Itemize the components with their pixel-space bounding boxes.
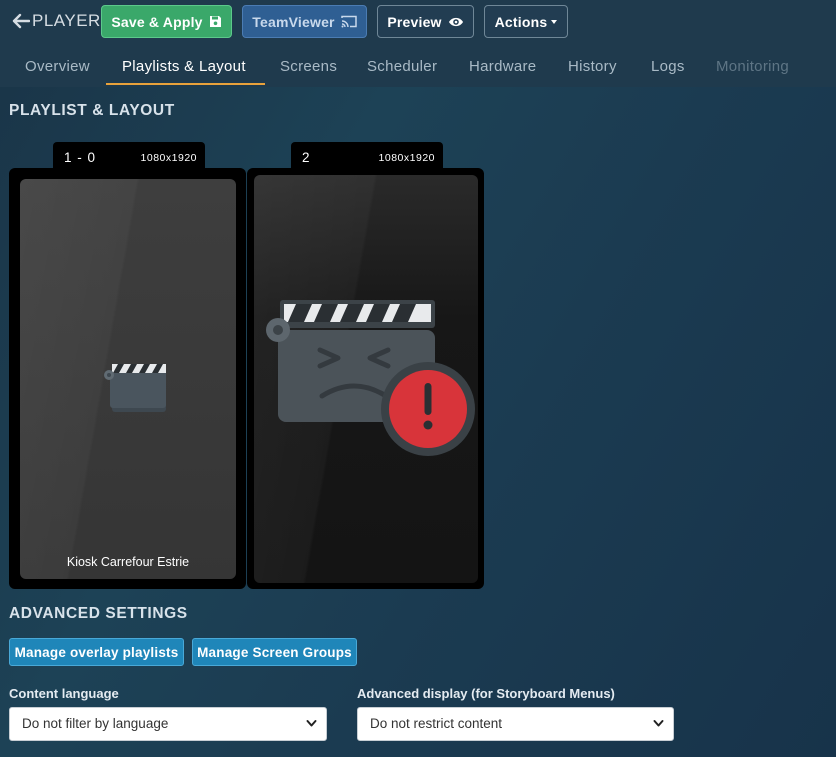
actions-label: Actions (494, 13, 548, 30)
cast-icon (340, 15, 357, 28)
eye-icon (448, 17, 463, 26)
zone-1-screen[interactable]: Kiosk Carrefour Estrie (20, 179, 236, 579)
content-language-value: Do not filter by language (22, 716, 169, 731)
advanced-display-select[interactable]: Do not restrict content (357, 707, 674, 741)
manage-overlay-playlists-button[interactable]: Manage overlay playlists (9, 638, 184, 666)
zone-1-frame[interactable]: Kiosk Carrefour Estrie (9, 168, 246, 589)
zone-1-resolution: 1080x1920 (140, 152, 197, 164)
zone-2-frame[interactable] (247, 168, 484, 589)
save-apply-button[interactable]: Save & Apply (101, 5, 232, 38)
zone-2-resolution: 1080x1920 (378, 152, 435, 164)
chevron-down-icon (653, 720, 664, 727)
tab-scheduler[interactable]: Scheduler (367, 48, 437, 86)
arrow-left-icon (12, 13, 30, 29)
preview-label: Preview (387, 13, 442, 30)
tab-logs[interactable]: Logs (651, 48, 685, 86)
caret-down-icon (551, 19, 558, 24)
zone-2-screen[interactable] (254, 175, 478, 583)
tab-bar: Overview Playlists & Layout Screens Sche… (0, 48, 836, 86)
content-language-label: Content language (9, 686, 119, 701)
playlist-layout-heading: PLAYLIST & LAYOUT (9, 102, 175, 119)
teamviewer-button[interactable]: TeamViewer (242, 5, 367, 38)
back-label: PLAYER (32, 11, 101, 30)
clapperboard-error-icon (266, 300, 475, 456)
save-apply-label: Save & Apply (111, 13, 203, 30)
teamviewer-label: TeamViewer (252, 13, 335, 30)
content-language-select[interactable]: Do not filter by language (9, 707, 327, 741)
zone-2-name: 2 (302, 150, 311, 165)
zone-1-content-label: Kiosk Carrefour Estrie (66, 555, 190, 569)
advanced-display-value: Do not restrict content (370, 716, 503, 731)
zone-1-name: 1 - 0 (64, 150, 97, 165)
tab-overview[interactable]: Overview (25, 48, 90, 86)
tab-hardware[interactable]: Hardware (469, 48, 536, 86)
back-link[interactable]: PLAYER (12, 9, 101, 33)
manage-screen-groups-button[interactable]: Manage Screen Groups (192, 638, 357, 666)
tab-screens[interactable]: Screens (280, 48, 337, 86)
tab-history[interactable]: History (568, 48, 617, 86)
chevron-down-icon (306, 720, 317, 727)
active-tab-indicator (106, 83, 265, 85)
advanced-settings-heading: ADVANCED SETTINGS (9, 605, 188, 622)
tab-playlists-layout[interactable]: Playlists & Layout (122, 48, 246, 86)
preview-button[interactable]: Preview (377, 5, 474, 38)
floppy-disk-icon (209, 16, 221, 27)
tab-monitoring: Monitoring (716, 58, 790, 75)
advanced-display-label: Advanced display (for Storyboard Menus) (357, 686, 615, 701)
top-bar: PLAYER Save & Apply TeamViewer Preview A… (0, 0, 836, 87)
clapperboard-icon (104, 364, 166, 412)
actions-dropdown-button[interactable]: Actions (484, 5, 568, 38)
